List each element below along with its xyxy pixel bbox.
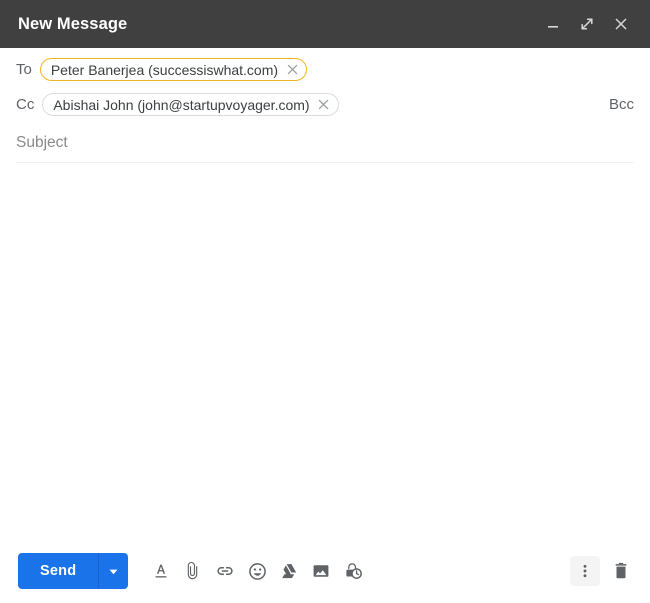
formatting-options-button[interactable]	[146, 556, 176, 586]
emoji-icon	[248, 562, 266, 580]
google-drive-icon	[282, 564, 297, 579]
toolbar-right-actions	[570, 556, 636, 586]
remove-cc-recipient-button[interactable]	[316, 97, 332, 113]
more-options-button[interactable]	[570, 556, 600, 586]
trash-icon	[615, 562, 627, 579]
bcc-toggle[interactable]: Bcc	[609, 97, 634, 112]
link-icon	[217, 567, 233, 575]
close-button[interactable]	[606, 9, 636, 39]
send-button[interactable]: Send	[18, 553, 98, 589]
compose-toolbar: Send	[0, 539, 650, 603]
close-icon	[615, 18, 627, 30]
compose-titlebar: New Message	[0, 0, 650, 48]
compose-title: New Message	[18, 14, 128, 33]
window-controls	[538, 9, 636, 39]
formatting-tools	[146, 556, 368, 586]
to-row[interactable]: To Peter Banerjea (successiswhat.com)	[16, 48, 634, 87]
insert-drive-file-button[interactable]	[274, 556, 304, 586]
close-icon	[287, 64, 297, 75]
cc-recipient-label: Abishai John (john@startupvoyager.com)	[53, 96, 310, 113]
to-recipient-label: Peter Banerjea (successiswhat.com)	[50, 61, 279, 78]
minimize-button[interactable]	[538, 9, 568, 39]
insert-photo-button[interactable]	[306, 556, 336, 586]
more-options-icon	[583, 564, 587, 578]
compose-window: New Message To Peter Banerjea (successis…	[0, 0, 650, 603]
format-text-icon	[155, 564, 167, 578]
cc-row[interactable]: Cc Abishai John (john@startupvoyager.com…	[16, 87, 634, 122]
discard-draft-button[interactable]	[606, 556, 636, 586]
message-body[interactable]	[0, 163, 650, 539]
paperclip-icon	[188, 561, 198, 580]
lock-clock-icon	[346, 562, 362, 579]
close-icon	[318, 99, 329, 110]
remove-to-recipient-button[interactable]	[284, 62, 300, 78]
confidential-mode-button[interactable]	[338, 556, 368, 586]
cc-label: Cc	[16, 96, 35, 113]
insert-link-button[interactable]	[210, 556, 240, 586]
recipient-fields: To Peter Banerjea (successiswhat.com) Cc…	[0, 48, 650, 163]
send-options-button[interactable]	[98, 553, 128, 589]
to-label: To	[16, 61, 32, 78]
minimize-icon	[548, 26, 558, 28]
image-icon	[313, 565, 329, 577]
insert-emoji-button[interactable]	[242, 556, 272, 586]
attach-files-button[interactable]	[178, 556, 208, 586]
subject-placeholder: Subject	[16, 134, 68, 152]
to-recipient-chip[interactable]: Peter Banerjea (successiswhat.com)	[39, 58, 308, 81]
expand-icon	[581, 18, 593, 30]
chevron-down-icon	[109, 569, 118, 574]
expand-button[interactable]	[572, 9, 602, 39]
subject-row[interactable]: Subject	[16, 124, 634, 163]
send-button-group: Send	[18, 553, 129, 589]
cc-recipient-chip[interactable]: Abishai John (john@startupvoyager.com)	[42, 93, 339, 116]
